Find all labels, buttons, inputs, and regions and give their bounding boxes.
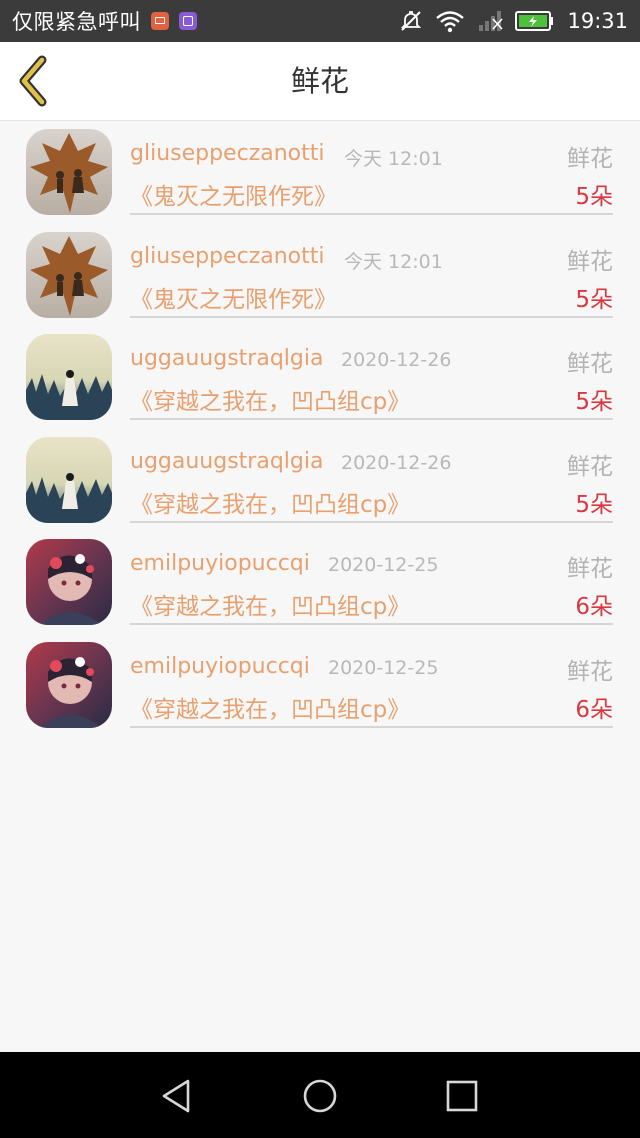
avatar[interactable]: [26, 641, 112, 728]
gift-date: 2020-12-25: [328, 554, 439, 576]
triangle-back-icon[interactable]: [158, 1077, 196, 1115]
flower-count: 6朵: [575, 594, 613, 620]
gift-type: 鲜花: [567, 146, 613, 172]
username[interactable]: uggauugstraqlgia: [130, 346, 323, 371]
gift-info: emilpuyiopuccqi 2020-12-25 鲜花 《穿越之我在，凹凸组…: [130, 634, 613, 728]
gift-info: emilpuyiopuccqi 2020-12-25 鲜花 《穿越之我在，凹凸组…: [130, 531, 613, 625]
book-title[interactable]: 《穿越之我在，凹凸组cp》: [130, 587, 410, 621]
list-item[interactable]: gliuseppeczanotti 今天 12:01 鲜花 《鬼灭之无限作死》 …: [0, 224, 640, 327]
gift-date: 今天 12:01: [344, 148, 443, 170]
book-title[interactable]: 《穿越之我在，凹凸组cp》: [130, 485, 410, 519]
avatar[interactable]: [26, 129, 112, 215]
avatar[interactable]: [26, 231, 112, 318]
flower-count: 5朵: [575, 389, 613, 415]
carrier-text: 仅限紧急呼叫: [12, 10, 141, 34]
gift-date: 2020-12-25: [328, 656, 439, 679]
gift-type: 鲜花: [567, 248, 613, 275]
gift-info: uggauugstraqlgia 2020-12-26 鲜花 《穿越之我在，凹凸…: [130, 326, 613, 420]
username[interactable]: emilpuyiopuccqi: [130, 654, 310, 679]
gift-type: 鲜花: [567, 351, 613, 377]
gift-date: 2020-12-26: [341, 349, 452, 371]
gift-type: 鲜花: [567, 658, 613, 685]
mute-icon: [401, 11, 422, 31]
flower-count: 5朵: [575, 184, 613, 210]
circle-home-icon[interactable]: [301, 1077, 339, 1115]
header: 鲜花: [0, 42, 640, 121]
username[interactable]: gliuseppeczanotti: [130, 244, 325, 269]
username[interactable]: emilpuyiopuccqi: [130, 551, 310, 576]
flower-count: 5朵: [575, 491, 613, 518]
book-title[interactable]: 《穿越之我在，凹凸组cp》: [130, 690, 410, 724]
list-item[interactable]: uggauugstraqlgia 2020-12-26 鲜花 《穿越之我在，凹凸…: [0, 326, 640, 429]
username[interactable]: uggauugstraqlgia: [130, 449, 323, 474]
gift-type: 鲜花: [567, 556, 613, 582]
list-item[interactable]: uggauugstraqlgia 2020-12-26 鲜花 《穿越之我在，凹凸…: [0, 429, 640, 532]
gift-info: gliuseppeczanotti 今天 12:01 鲜花 《鬼灭之无限作死》 …: [130, 224, 613, 318]
flower-gift-list: gliuseppeczanotti 今天 12:01 鲜花 《鬼灭之无限作死》 …: [0, 121, 640, 736]
clock: 19:31: [567, 9, 628, 33]
system-nav-bar: [0, 1052, 640, 1138]
gift-info: uggauugstraqlgia 2020-12-26 鲜花 《穿越之我在，凹凸…: [130, 429, 613, 523]
gift-type: 鲜花: [567, 453, 613, 480]
avatar[interactable]: [26, 436, 112, 523]
wifi-icon: [436, 11, 465, 33]
battery-icon: [515, 11, 554, 31]
gift-info: gliuseppeczanotti 今天 12:01 鲜花 《鬼灭之无限作死》 …: [130, 121, 613, 215]
list-item[interactable]: emilpuyiopuccqi 2020-12-25 鲜花 《穿越之我在，凹凸组…: [0, 531, 640, 634]
list-item[interactable]: gliuseppeczanotti 今天 12:01 鲜花 《鬼灭之无限作死》 …: [0, 121, 640, 224]
signal-icon: [479, 11, 504, 31]
page-title: 鲜花: [290, 64, 349, 98]
gift-date: 今天 12:01: [344, 250, 443, 273]
flower-count: 6朵: [575, 696, 613, 723]
gift-date: 2020-12-26: [341, 451, 452, 474]
username[interactable]: gliuseppeczanotti: [130, 141, 325, 166]
gallery-icon: [179, 12, 197, 30]
list-item[interactable]: emilpuyiopuccqi 2020-12-25 鲜花 《穿越之我在，凹凸组…: [0, 634, 640, 737]
book-title[interactable]: 《穿越之我在，凹凸组cp》: [130, 382, 410, 416]
book-title[interactable]: 《鬼灭之无限作死》: [130, 280, 337, 314]
avatar[interactable]: [26, 334, 112, 420]
book-title[interactable]: 《鬼灭之无限作死》: [130, 177, 337, 211]
status-bar: 仅限紧急呼叫 19:31: [0, 0, 640, 42]
square-recents-icon[interactable]: [443, 1077, 481, 1115]
flower-count: 5朵: [575, 286, 613, 313]
avatar[interactable]: [26, 539, 112, 625]
mail-icon: [151, 12, 169, 30]
